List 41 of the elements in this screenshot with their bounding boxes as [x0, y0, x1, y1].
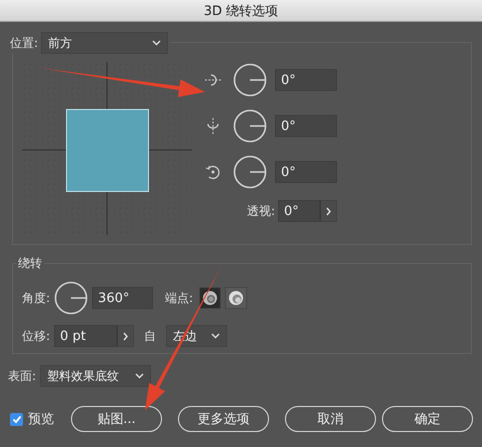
window-title: 3D 绕转选项	[204, 2, 278, 20]
cap-toggle[interactable]	[199, 287, 222, 309]
hollow-cap-icon	[228, 290, 244, 306]
field-label: 位移:	[22, 328, 50, 342]
solid-cap-icon	[202, 290, 218, 306]
angle-field[interactable]: 360°	[92, 287, 154, 309]
field-label: 透视:	[246, 204, 275, 218]
dialog-button[interactable]: 取消	[285, 406, 376, 432]
field-label: 位置:	[10, 36, 38, 50]
angle-field[interactable]: 0°	[275, 115, 337, 137]
offset-field[interactable]: 0 pt	[54, 325, 118, 347]
dialog-button[interactable]: 贴图...	[71, 406, 162, 432]
field-label: 角度:	[22, 290, 50, 304]
field-label: 表面:	[8, 368, 36, 382]
perspective-field[interactable]: 0°	[278, 200, 320, 222]
rotation-dial[interactable]	[233, 155, 267, 189]
z-axis-rotation-icon	[205, 164, 221, 180]
chevron-icon	[326, 206, 332, 216]
chevron-icon	[122, 332, 129, 340]
angle-field[interactable]: 0°	[275, 161, 337, 183]
position-dropdown[interactable]: 前方	[41, 32, 168, 54]
stepper-button[interactable]	[117, 325, 134, 347]
dialog-button[interactable]: 更多选项	[178, 406, 269, 432]
field-label: 自	[144, 328, 156, 342]
stepper-button[interactable]	[320, 200, 337, 222]
dialog-button[interactable]: 确定	[382, 406, 473, 432]
caret-icon	[152, 40, 162, 46]
preview-checkbox[interactable]	[10, 412, 23, 426]
x-axis-rotation-icon	[205, 72, 221, 88]
field-label: 端点:	[165, 290, 194, 304]
rotation-dial[interactable]	[233, 63, 267, 97]
cap-toggle[interactable]	[225, 287, 248, 309]
angle-dial[interactable]	[54, 281, 88, 315]
section-title: 绕转	[18, 256, 42, 270]
surface-dropdown[interactable]: 塑料效果底纹	[40, 365, 152, 387]
angle-field[interactable]: 0°	[275, 69, 337, 91]
caret-icon	[135, 373, 144, 379]
caret-icon	[211, 333, 220, 339]
rotation-dial[interactable]	[233, 109, 267, 143]
checkbox-label: 预览	[28, 411, 54, 428]
y-axis-rotation-icon	[205, 118, 221, 134]
